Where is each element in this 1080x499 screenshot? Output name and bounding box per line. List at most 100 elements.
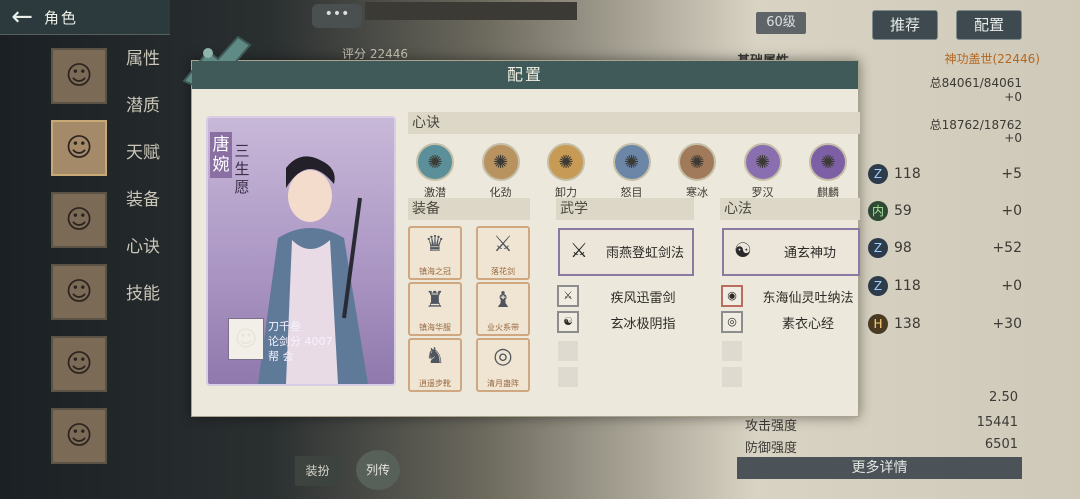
equipment-slot[interactable]: ♝ 业火系带 bbox=[476, 282, 530, 336]
level-badge: 60级 bbox=[756, 12, 806, 34]
martial-main-skill[interactable]: ⚔ 雨燕登虹剑法 bbox=[558, 228, 694, 276]
xinjue-item[interactable]: ✺ 怒目 bbox=[607, 143, 657, 200]
hp-bonus: +0 bbox=[1004, 90, 1022, 104]
inner-sub-skill[interactable]: ◉ 东海仙灵吐纳法 bbox=[721, 285, 855, 307]
equipment-icon: ♝ bbox=[493, 288, 513, 313]
attribute-icon: H bbox=[868, 314, 888, 334]
menu-item-xinjue[interactable]: 心诀 bbox=[126, 232, 171, 279]
equipment-label: 镇海之冠 bbox=[419, 267, 451, 276]
player-avatar: ☺ bbox=[228, 318, 264, 360]
stat-label: 攻击强度 bbox=[745, 419, 798, 434]
xinjue-orb-icon: ✺ bbox=[612, 143, 651, 181]
equipment-label: 清月蛊阵 bbox=[487, 379, 519, 388]
xinjue-item[interactable]: ✺ 卸力 bbox=[541, 143, 591, 200]
attr-value: 118 bbox=[894, 278, 921, 294]
xinjue-header: 心诀 bbox=[408, 112, 860, 134]
xinjue-label: 怒目 bbox=[620, 186, 643, 199]
menu-item-talent[interactable]: 天赋 bbox=[126, 138, 171, 185]
attr-bonus: +52 bbox=[992, 240, 1022, 256]
xinjue-item[interactable]: ✺ 罗汉 bbox=[738, 143, 788, 200]
hp-value: 总84061/84061 bbox=[929, 76, 1022, 90]
character-avatar[interactable]: ☺ bbox=[51, 264, 107, 320]
attr-bonus: +0 bbox=[1001, 278, 1022, 294]
skill-icon: ⚔ bbox=[557, 285, 579, 307]
config-button[interactable]: 配置 bbox=[956, 10, 1022, 40]
page-title: 角色 bbox=[44, 8, 79, 27]
menu-item-attributes[interactable]: 属性 bbox=[126, 44, 171, 91]
equipment-slot[interactable]: ◎ 清月蛊阵 bbox=[476, 338, 530, 392]
menu-item-skills[interactable]: 技能 bbox=[126, 279, 171, 326]
attr-value: 98 bbox=[894, 240, 912, 256]
equipment-slot[interactable]: ⚔ 落花剑 bbox=[476, 226, 530, 280]
character-avatar[interactable]: ☺ bbox=[51, 336, 107, 392]
skill-name: 通玄神功 bbox=[783, 246, 836, 261]
skill-name: 雨燕登虹剑法 bbox=[605, 246, 684, 261]
recommend-button[interactable]: 推荐 bbox=[872, 10, 938, 40]
config-modal: 配置 唐婉 三生愿 ☺ 刀千叁 论剑分 4007 帮 会 心诀 装备 武学 ⚔ … bbox=[182, 35, 860, 417]
skill-icon: ☯ bbox=[557, 311, 579, 333]
equipment-label: 落花剑 bbox=[491, 267, 515, 276]
xinjue-item[interactable]: ✺ 麒麟 bbox=[803, 143, 853, 200]
menu-item-equipment[interactable]: 装备 bbox=[126, 185, 171, 232]
inner-art-header: 心法 bbox=[720, 198, 860, 220]
back-arrow-icon[interactable]: ← bbox=[0, 0, 44, 34]
martial-arts-header: 武学 bbox=[556, 198, 694, 220]
equipment-slot[interactable]: ♞ 逍遥步靴 bbox=[408, 338, 462, 392]
empty-slot[interactable] bbox=[558, 367, 578, 387]
xinjue-orb-icon: ✺ bbox=[481, 143, 520, 181]
attr-row: H 138 +30 bbox=[862, 314, 1022, 336]
equipment-slot[interactable]: ♜ 镇海华服 bbox=[408, 282, 462, 336]
stat-value: 2.50 bbox=[989, 390, 1018, 405]
stat-label: 防御强度 bbox=[745, 441, 798, 456]
empty-slot[interactable] bbox=[722, 367, 742, 387]
biography-tab[interactable]: 列传 bbox=[356, 450, 400, 490]
attr-row: Z 118 +5 bbox=[862, 164, 1022, 186]
character-avatar[interactable]: ☺ bbox=[51, 48, 107, 104]
attr-value: 59 bbox=[894, 203, 912, 219]
menu-item-potential[interactable]: 潜质 bbox=[126, 91, 171, 138]
dressup-tab[interactable]: 装扮 bbox=[295, 456, 340, 486]
character-avatar[interactable]: ☺ bbox=[51, 408, 107, 464]
player-name: 刀千叁 bbox=[268, 320, 301, 333]
side-menu: 属性 潜质 天赋 装备 心诀 技能 bbox=[126, 44, 171, 326]
character-avatar[interactable]: ☺ bbox=[51, 192, 107, 248]
attribute-icon: Z bbox=[868, 238, 888, 258]
character-name: 唐婉 bbox=[210, 132, 232, 178]
more-details-button[interactable]: 更多详情 bbox=[737, 457, 1022, 479]
equipment-icon: ♛ bbox=[425, 232, 445, 257]
attr-value: 118 bbox=[894, 166, 921, 182]
xinjue-label: 麒麟 bbox=[817, 186, 839, 199]
skill-name: 玄冰极阴指 bbox=[610, 317, 676, 332]
xinjue-item[interactable]: ✺ 寒冰 bbox=[672, 143, 722, 200]
xinjue-orb-icon: ✺ bbox=[416, 143, 454, 181]
inner-sub-skill[interactable]: ◎ 素衣心经 bbox=[721, 311, 855, 333]
equipment-label: 业火系带 bbox=[487, 323, 519, 332]
xinjue-label: 激潜 bbox=[424, 186, 446, 199]
empty-slot[interactable] bbox=[558, 341, 578, 361]
chat-icon[interactable]: ••• bbox=[312, 4, 362, 28]
xinjue-label: 卸力 bbox=[555, 186, 577, 199]
player-guild: 帮 会 bbox=[268, 350, 294, 363]
xinjue-orb-icon: ✺ bbox=[547, 143, 585, 181]
stat-value: 15441 bbox=[976, 415, 1018, 430]
player-score: 论剑分 4007 bbox=[268, 335, 333, 348]
empty-slot[interactable] bbox=[722, 341, 742, 361]
xinjue-item[interactable]: ✺ 激潜 bbox=[410, 143, 460, 200]
xinjue-orb-icon: ✺ bbox=[809, 143, 847, 181]
character-portrait: 唐婉 三生愿 ☺ 刀千叁 论剑分 4007 帮 会 bbox=[206, 116, 396, 386]
attribute-icon: Z bbox=[868, 276, 888, 296]
swordsman-icon: ⚔ bbox=[570, 238, 588, 262]
skill-icon: ◉ bbox=[721, 285, 743, 307]
attr-row: Z 118 +0 bbox=[862, 276, 1022, 298]
xinjue-item[interactable]: ✺ 化劲 bbox=[476, 143, 526, 200]
character-avatar[interactable]: ☺ bbox=[51, 120, 107, 176]
martial-sub-skill[interactable]: ☯ 玄冰极阴指 bbox=[557, 311, 689, 333]
mp-bonus: +0 bbox=[1004, 131, 1022, 145]
equipment-header: 装备 bbox=[408, 198, 530, 220]
martial-sub-skill[interactable]: ⚔ 疾风迅雷剑 bbox=[557, 285, 689, 307]
inner-main-skill[interactable]: ☯ 通玄神功 bbox=[722, 228, 860, 276]
attribute-icon: Z bbox=[868, 164, 888, 184]
attr-value: 138 bbox=[894, 316, 921, 332]
xinjue-label: 罗汉 bbox=[751, 186, 774, 199]
equipment-slot[interactable]: ♛ 镇海之冠 bbox=[408, 226, 462, 280]
